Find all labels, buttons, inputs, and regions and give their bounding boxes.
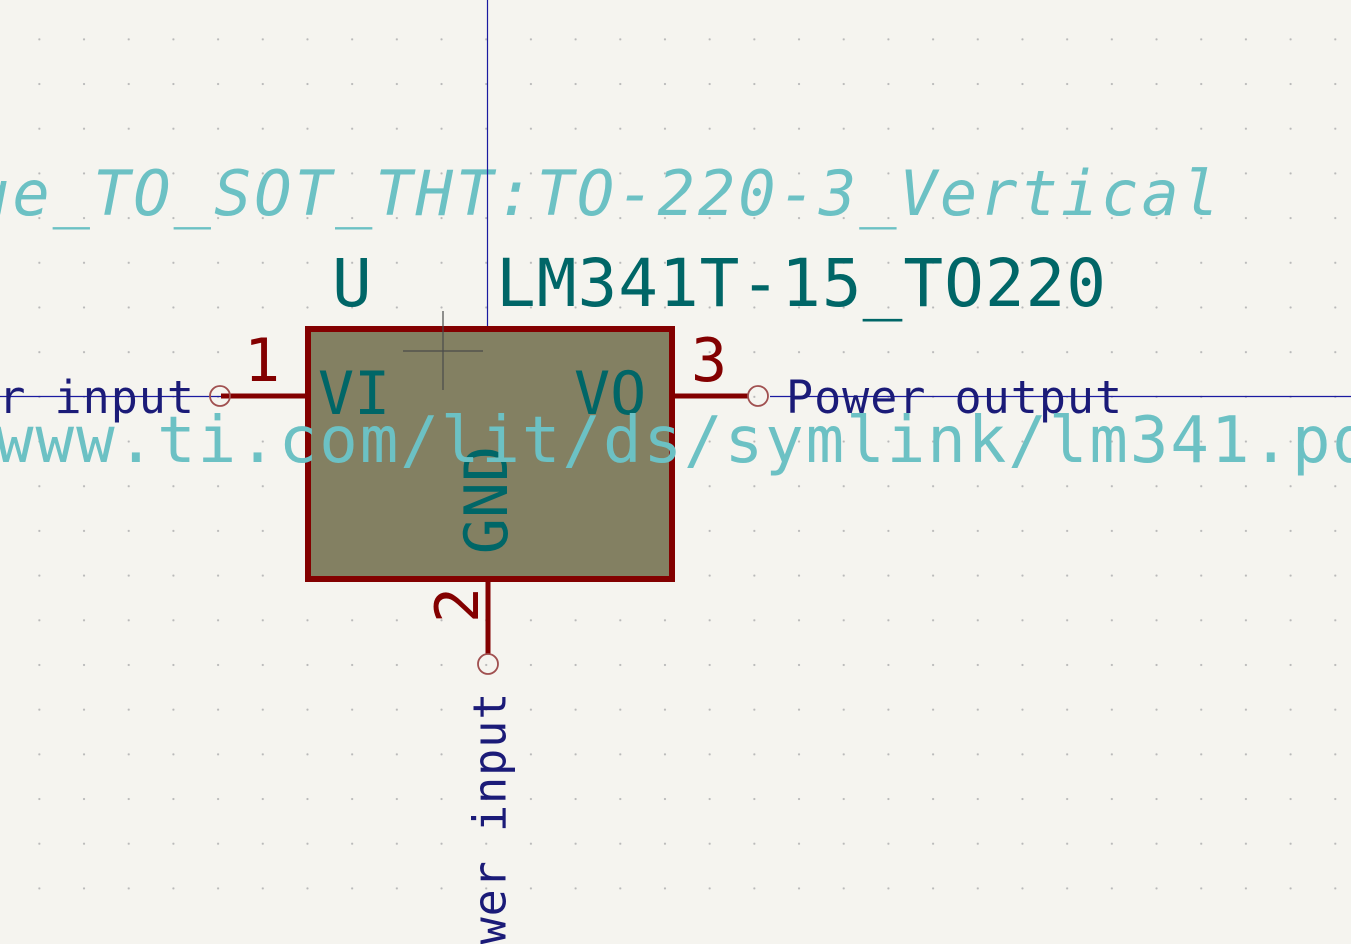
datasheet-field[interactable]: www.ti.com/lit/ds/symlink/lm341.pdf — [0, 409, 1351, 473]
schematic-canvas[interactable]: ge_TO_SOT_THT:TO-220-3_Vertical U LM341T… — [0, 0, 1351, 944]
pin-3-end — [747, 385, 769, 407]
value-field[interactable]: LM341T-15_TO220 — [496, 251, 1107, 317]
pin-2-number: 2 — [423, 586, 493, 624]
pin-1-number: 1 — [244, 326, 281, 396]
pin-2-end — [477, 653, 499, 675]
pin-3-number: 3 — [691, 326, 728, 396]
pin-2-electrical-type: wer input — [463, 691, 517, 944]
footprint-field[interactable]: ge_TO_SOT_THT:TO-220-3_Vertical — [0, 163, 1222, 225]
reference-designator[interactable]: U — [332, 251, 372, 317]
pin-1-end — [209, 385, 231, 407]
